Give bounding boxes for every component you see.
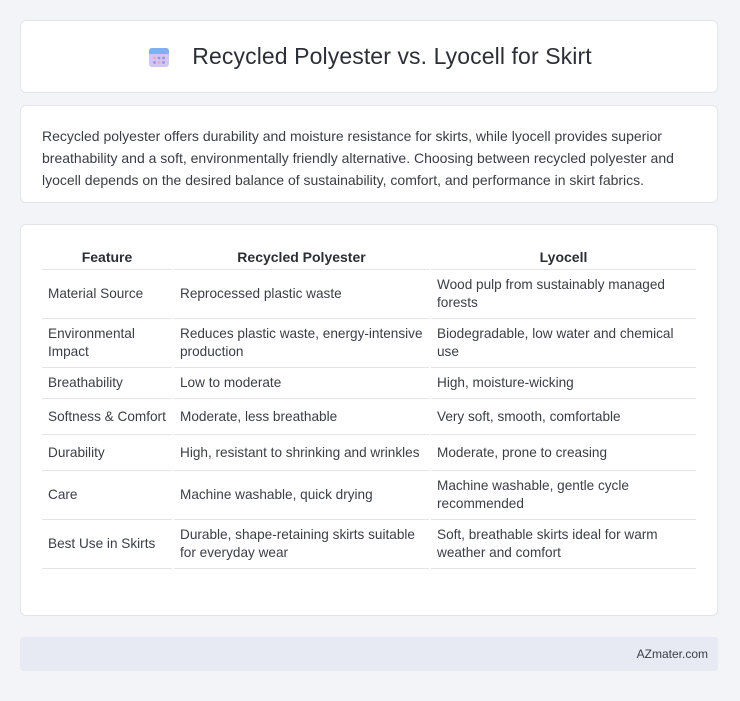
table-header-row: Feature Recycled Polyester Lyocell (42, 244, 696, 270)
row-feature: Care (42, 471, 172, 520)
column-header-lyocell: Lyocell (431, 244, 696, 270)
footer-brand: AZmater.com (636, 647, 708, 661)
row-recycled-polyester: Machine washable, quick drying (174, 471, 429, 520)
row-lyocell: Wood pulp from sustainably managed fores… (431, 270, 696, 319)
comparison-card: Feature Recycled Polyester Lyocell Mater… (20, 224, 718, 616)
row-recycled-polyester: Moderate, less breathable (174, 399, 429, 435)
row-lyocell: Moderate, prone to creasing (431, 435, 696, 471)
row-recycled-polyester: High, resistant to shrinking and wrinkle… (174, 435, 429, 471)
table-row: Environmental Impact Reduces plastic was… (42, 319, 696, 368)
row-feature: Best Use in Skirts (42, 520, 172, 569)
calendar-icon (146, 44, 172, 70)
table-row: Material Source Reprocessed plastic wast… (42, 270, 696, 319)
row-feature: Softness & Comfort (42, 399, 172, 435)
summary-card: Recycled polyester offers durability and… (20, 105, 718, 203)
row-lyocell: Very soft, smooth, comfortable (431, 399, 696, 435)
table-row: Breathability Low to moderate High, mois… (42, 368, 696, 399)
table-row: Softness & Comfort Moderate, less breath… (42, 399, 696, 435)
row-lyocell: High, moisture-wicking (431, 368, 696, 399)
footer: AZmater.com (20, 637, 718, 671)
row-lyocell: Soft, breathable skirts ideal for warm w… (431, 520, 696, 569)
table-row: Best Use in Skirts Durable, shape-retain… (42, 520, 696, 569)
table-row: Durability High, resistant to shrinking … (42, 435, 696, 471)
row-feature: Environmental Impact (42, 319, 172, 368)
row-recycled-polyester: Reprocessed plastic waste (174, 270, 429, 319)
table-row: Care Machine washable, quick drying Mach… (42, 471, 696, 520)
page-title: Recycled Polyester vs. Lyocell for Skirt (192, 43, 592, 69)
row-recycled-polyester: Low to moderate (174, 368, 429, 399)
row-recycled-polyester: Durable, shape-retaining skirts suitable… (174, 520, 429, 569)
comparison-table: Feature Recycled Polyester Lyocell Mater… (40, 244, 698, 569)
column-header-recycled-polyester: Recycled Polyester (174, 244, 429, 270)
row-feature: Material Source (42, 270, 172, 319)
page: Recycled Polyester vs. Lyocell for Skirt… (0, 0, 740, 701)
row-lyocell: Biodegradable, low water and chemical us… (431, 319, 696, 368)
summary-text: Recycled polyester offers durability and… (42, 128, 674, 188)
column-header-feature: Feature (42, 244, 172, 270)
title-card: Recycled Polyester vs. Lyocell for Skirt (20, 20, 718, 93)
row-feature: Breathability (42, 368, 172, 399)
row-lyocell: Machine washable, gentle cycle recommend… (431, 471, 696, 520)
row-recycled-polyester: Reduces plastic waste, energy-intensive … (174, 319, 429, 368)
row-feature: Durability (42, 435, 172, 471)
